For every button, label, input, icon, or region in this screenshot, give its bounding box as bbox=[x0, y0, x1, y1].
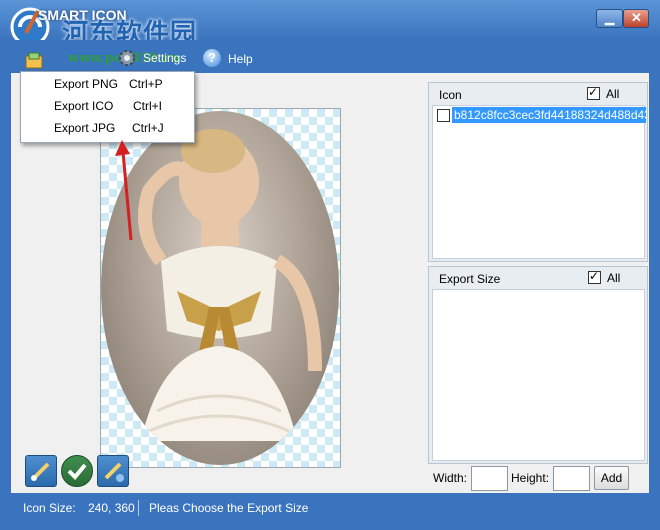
menu-item-export-ico[interactable]: Export ICO Ctrl+I bbox=[21, 94, 194, 116]
list-item-checkbox[interactable] bbox=[437, 109, 450, 122]
height-label: Height: bbox=[511, 471, 550, 485]
icon-size-value: 240, 360 bbox=[88, 501, 135, 515]
status-bar: Icon Size: 240, 360 Pleas Choose the Exp… bbox=[11, 497, 649, 519]
app-window: SMART ICON 河东软件园 ▁ ✕ www.pc0359.cn Setti… bbox=[0, 0, 660, 530]
brush-clear-button[interactable] bbox=[97, 455, 129, 487]
export-size-panel: Export Size ✓ All bbox=[428, 266, 648, 464]
list-item-label: b812c8fcc3cec3fd44188324d488d43f8 bbox=[452, 107, 646, 123]
status-separator bbox=[138, 500, 139, 516]
checkmark-icon: ✓ bbox=[589, 269, 600, 283]
minimize-icon: ▁ bbox=[605, 11, 615, 25]
menu-item-shortcut: Ctrl+J bbox=[132, 121, 164, 135]
menu-item-export-jpg[interactable]: Export JPG Ctrl+J bbox=[21, 116, 194, 138]
title-bar[interactable]: SMART ICON 河东软件园 ▁ ✕ bbox=[0, 0, 660, 49]
menu-help-label: Help bbox=[228, 52, 253, 66]
menu-settings-label: Settings bbox=[143, 51, 187, 65]
apply-button[interactable] bbox=[61, 455, 93, 487]
list-item[interactable]: b812c8fcc3cec3fd44188324d488d43f8 bbox=[434, 107, 646, 123]
help-icon: ? bbox=[203, 49, 221, 67]
menu-item-shortcut: Ctrl+I bbox=[133, 99, 163, 113]
height-input[interactable] bbox=[553, 466, 590, 491]
icon-all-checkbox[interactable]: ✓ bbox=[587, 85, 600, 100]
icon-all-label: All bbox=[606, 87, 620, 101]
brush-button[interactable] bbox=[25, 455, 57, 487]
width-label: Width: bbox=[433, 471, 468, 485]
icon-list[interactable]: b812c8fcc3cec3fd44188324d488d43f8 bbox=[432, 105, 646, 259]
menu-item-export-png[interactable]: Export PNG Ctrl+P bbox=[21, 72, 194, 94]
menu-item-shortcut: Ctrl+P bbox=[129, 77, 163, 91]
menu-item-label: Export JPG bbox=[54, 121, 116, 135]
icon-panel-header: Icon ✓ All bbox=[429, 83, 647, 105]
icon-size-label: Icon Size: bbox=[23, 501, 76, 515]
size-panel-title: Export Size bbox=[439, 272, 501, 286]
icon-panel: Icon ✓ All b812c8fcc3cec3fd44188324d488d… bbox=[428, 82, 648, 262]
add-button[interactable]: Add bbox=[594, 466, 629, 490]
checkmark-icon: ✓ bbox=[588, 85, 599, 99]
size-all-checkbox[interactable]: ✓ bbox=[588, 269, 601, 284]
export-icon[interactable] bbox=[25, 52, 43, 70]
export-menu: Export PNG Ctrl+P Export ICO Ctrl+I Expo… bbox=[20, 71, 195, 143]
icon-panel-title: Icon bbox=[439, 88, 462, 102]
menu-item-label: Export PNG bbox=[54, 77, 119, 91]
minimize-button[interactable]: ▁ bbox=[596, 9, 623, 28]
width-input[interactable] bbox=[471, 466, 508, 491]
size-list[interactable] bbox=[432, 289, 645, 461]
size-panel-header: Export Size ✓ All bbox=[429, 267, 647, 289]
annotation-arrow-icon bbox=[115, 140, 133, 241]
menu-item-label: Export ICO bbox=[54, 99, 114, 113]
brush-clear-icon bbox=[104, 462, 124, 482]
checkmark-icon bbox=[67, 463, 87, 480]
size-all-label: All bbox=[607, 271, 621, 285]
close-icon: ✕ bbox=[631, 10, 642, 25]
brush-icon bbox=[31, 462, 50, 481]
status-message: Pleas Choose the Export Size bbox=[149, 501, 309, 515]
close-button[interactable]: ✕ bbox=[623, 9, 649, 28]
gear-icon bbox=[119, 50, 135, 66]
